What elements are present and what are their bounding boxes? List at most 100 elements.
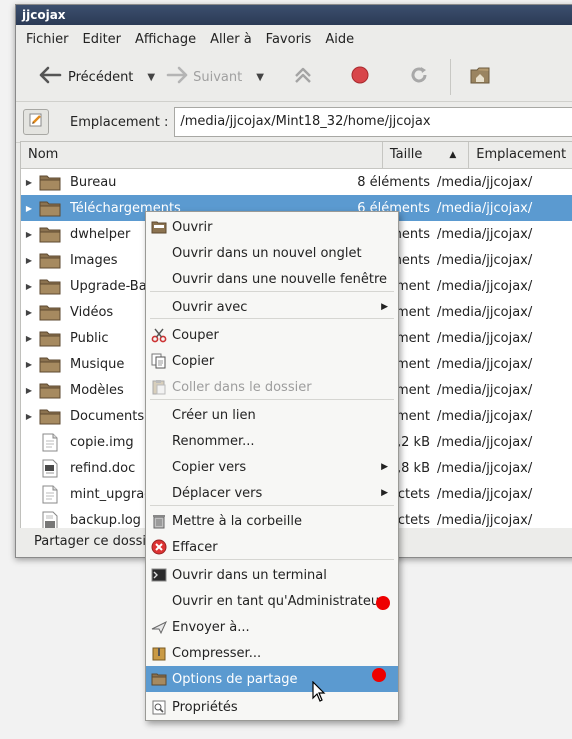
expander-icon[interactable]: ▶ <box>22 360 36 369</box>
back-history-dropdown-icon[interactable]: ▼ <box>147 72 155 83</box>
column-header-location[interactable]: Emplacement <box>469 142 572 168</box>
file-location: /media/jjcojax/ <box>437 382 533 398</box>
menu-item-ouvrir[interactable]: Ouvrir <box>146 214 398 240</box>
context-menu: Ouvrir Ouvrir dans un nouvel onglet Ouvrir… <box>145 211 399 721</box>
file-location: /media/jjcojax/ <box>437 356 533 372</box>
column-header-name[interactable]: Nom <box>21 142 383 168</box>
blank-icon <box>150 432 168 450</box>
expander-icon[interactable]: ▶ <box>22 204 36 213</box>
file-location: /media/jjcojax/ <box>437 460 533 476</box>
column-header-size[interactable]: Taille ▲ <box>383 142 470 168</box>
blank-icon <box>150 592 168 610</box>
toggle-location-entry-button[interactable] <box>23 109 49 135</box>
red-annotation-dot <box>372 668 386 682</box>
folder-icon <box>39 277 61 295</box>
red-annotation-dot <box>376 596 390 610</box>
menu-item-ouvrir-dans-une-nouvelle-fenetre[interactable]: Ouvrir dans une nouvelle fenêtre <box>146 266 398 292</box>
toolbar: Précédent ▼ Suivant ▼ <box>16 53 572 102</box>
menu-item-creer-un-lien[interactable]: Créer un lien <box>146 402 398 428</box>
blank-icon <box>150 484 168 502</box>
menu-item-options-de-partage[interactable]: Options de partage <box>146 666 398 692</box>
expander-icon[interactable]: ▶ <box>22 334 36 343</box>
menu-item-coller-dans-le-dossier[interactable]: Coller dans le dossier <box>146 374 398 400</box>
mouse-cursor-icon <box>312 680 326 707</box>
menu-item-couper[interactable]: Couper <box>146 322 398 348</box>
folder-icon <box>39 381 61 399</box>
expander-icon[interactable]: ▶ <box>22 256 36 265</box>
expander-icon[interactable]: ▶ <box>22 282 36 291</box>
file-location: /media/jjcojax/ <box>437 174 533 190</box>
menu-item-ouvrir-dans-un-nouvel-onglet[interactable]: Ouvrir dans un nouvel onglet <box>146 240 398 266</box>
menu-affichage[interactable]: Affichage <box>128 32 203 47</box>
menu-item-ouvrir-avec[interactable]: Ouvrir avec ▶ <box>146 294 398 320</box>
menu-item-label: Renommer... <box>172 433 255 449</box>
menu-item-ouvrir-dans-un-terminal[interactable]: Ouvrir dans un terminal <box>146 562 398 588</box>
sort-ascending-icon: ▲ <box>449 150 457 160</box>
menu-item-effacer[interactable]: Effacer <box>146 534 398 560</box>
menu-item-label: Ouvrir dans un nouvel onglet <box>172 245 362 261</box>
submenu-arrow-icon: ▶ <box>381 488 388 498</box>
column-headers: Nom Taille ▲ Emplacement <box>21 142 572 169</box>
back-arrow-icon <box>38 66 64 88</box>
menu-item-copier[interactable]: Copier <box>146 348 398 374</box>
expander-icon[interactable]: ▶ <box>22 386 36 395</box>
location-bar: Emplacement : /media/jjcojax/Mint18_32/h… <box>16 102 572 143</box>
up-button[interactable] <box>292 59 314 95</box>
menu-aide[interactable]: Aide <box>318 32 361 47</box>
expander-icon[interactable]: ▶ <box>22 178 36 187</box>
menu-aller-a[interactable]: Aller à <box>203 32 259 47</box>
folder-icon <box>39 329 61 347</box>
reload-button[interactable] <box>408 59 430 95</box>
menu-favoris[interactable]: Favoris <box>259 32 319 47</box>
menu-editer[interactable]: Editer <box>76 32 129 47</box>
share-folder-icon <box>150 670 168 688</box>
trash-icon <box>150 512 168 530</box>
menu-item-compresser[interactable]: Compresser... <box>146 640 398 666</box>
terminal-icon <box>150 566 168 584</box>
menu-item-copier-vers[interactable]: Copier vers ▶ <box>146 454 398 480</box>
menu-item-label: Couper <box>172 327 219 343</box>
column-header-size-label: Taille <box>389 147 423 162</box>
log-file-icon <box>39 511 61 528</box>
menu-item-renommer[interactable]: Renommer... <box>146 428 398 454</box>
menu-item-label: Créer un lien <box>172 407 256 423</box>
stop-button[interactable] <box>350 59 370 95</box>
menu-item-label: Ouvrir avec <box>172 299 248 315</box>
forward-history-dropdown-icon[interactable]: ▼ <box>256 72 264 83</box>
folder-icon <box>39 225 61 243</box>
copy-icon <box>150 352 168 370</box>
menu-item-label: Déplacer vers <box>172 485 263 501</box>
window-title[interactable]: jjcojax <box>16 5 572 25</box>
menu-item-ouvrir-en-tant-qu-administrateur[interactable]: Ouvrir en tant qu'Administrateur <box>146 588 398 614</box>
paste-icon <box>150 378 168 396</box>
location-input[interactable]: /media/jjcojax/Mint18_32/home/jjcojax <box>174 107 572 137</box>
file-name: Bureau <box>70 174 117 190</box>
menu-item-label: Envoyer à... <box>172 619 250 635</box>
forward-label: Suivant <box>193 69 243 85</box>
home-button[interactable] <box>469 59 491 95</box>
menu-item-envoyer-a[interactable]: Envoyer à... <box>146 614 398 640</box>
file-location: /media/jjcojax/ <box>437 434 533 450</box>
menu-item-label: Ouvrir dans une nouvelle fenêtre <box>172 271 388 287</box>
menu-item-mettre-a-la-corbeille[interactable]: Mettre à la corbeille <box>146 508 398 534</box>
menu-item-label: Ouvrir en tant qu'Administrateur <box>172 593 385 609</box>
menubar: Fichier Editer Affichage Aller à Favoris… <box>16 25 572 53</box>
back-button[interactable]: Précédent <box>38 59 133 95</box>
submenu-arrow-icon: ▶ <box>381 462 388 472</box>
expander-icon[interactable]: ▶ <box>22 308 36 317</box>
menu-item-proprietes[interactable]: Propriétés <box>146 694 398 720</box>
archive-icon <box>150 644 168 662</box>
stop-icon <box>350 65 370 89</box>
file-row[interactable]: ▶ Bureau 8 éléments/media/jjcojax/ <box>21 169 572 195</box>
menu-item-label: Ouvrir <box>172 219 213 235</box>
expander-icon[interactable]: ▶ <box>22 230 36 239</box>
forward-button[interactable]: Suivant <box>165 59 242 95</box>
edit-pencil-icon <box>28 112 44 132</box>
file-location: /media/jjcojax/ <box>437 304 533 320</box>
menu-fichier[interactable]: Fichier <box>19 32 76 47</box>
forward-arrow-icon <box>165 66 189 88</box>
back-label: Précédent <box>68 69 134 85</box>
menu-item-deplacer-vers[interactable]: Déplacer vers ▶ <box>146 480 398 506</box>
expander-icon[interactable]: ▶ <box>22 412 36 421</box>
home-folder-icon <box>469 65 491 89</box>
